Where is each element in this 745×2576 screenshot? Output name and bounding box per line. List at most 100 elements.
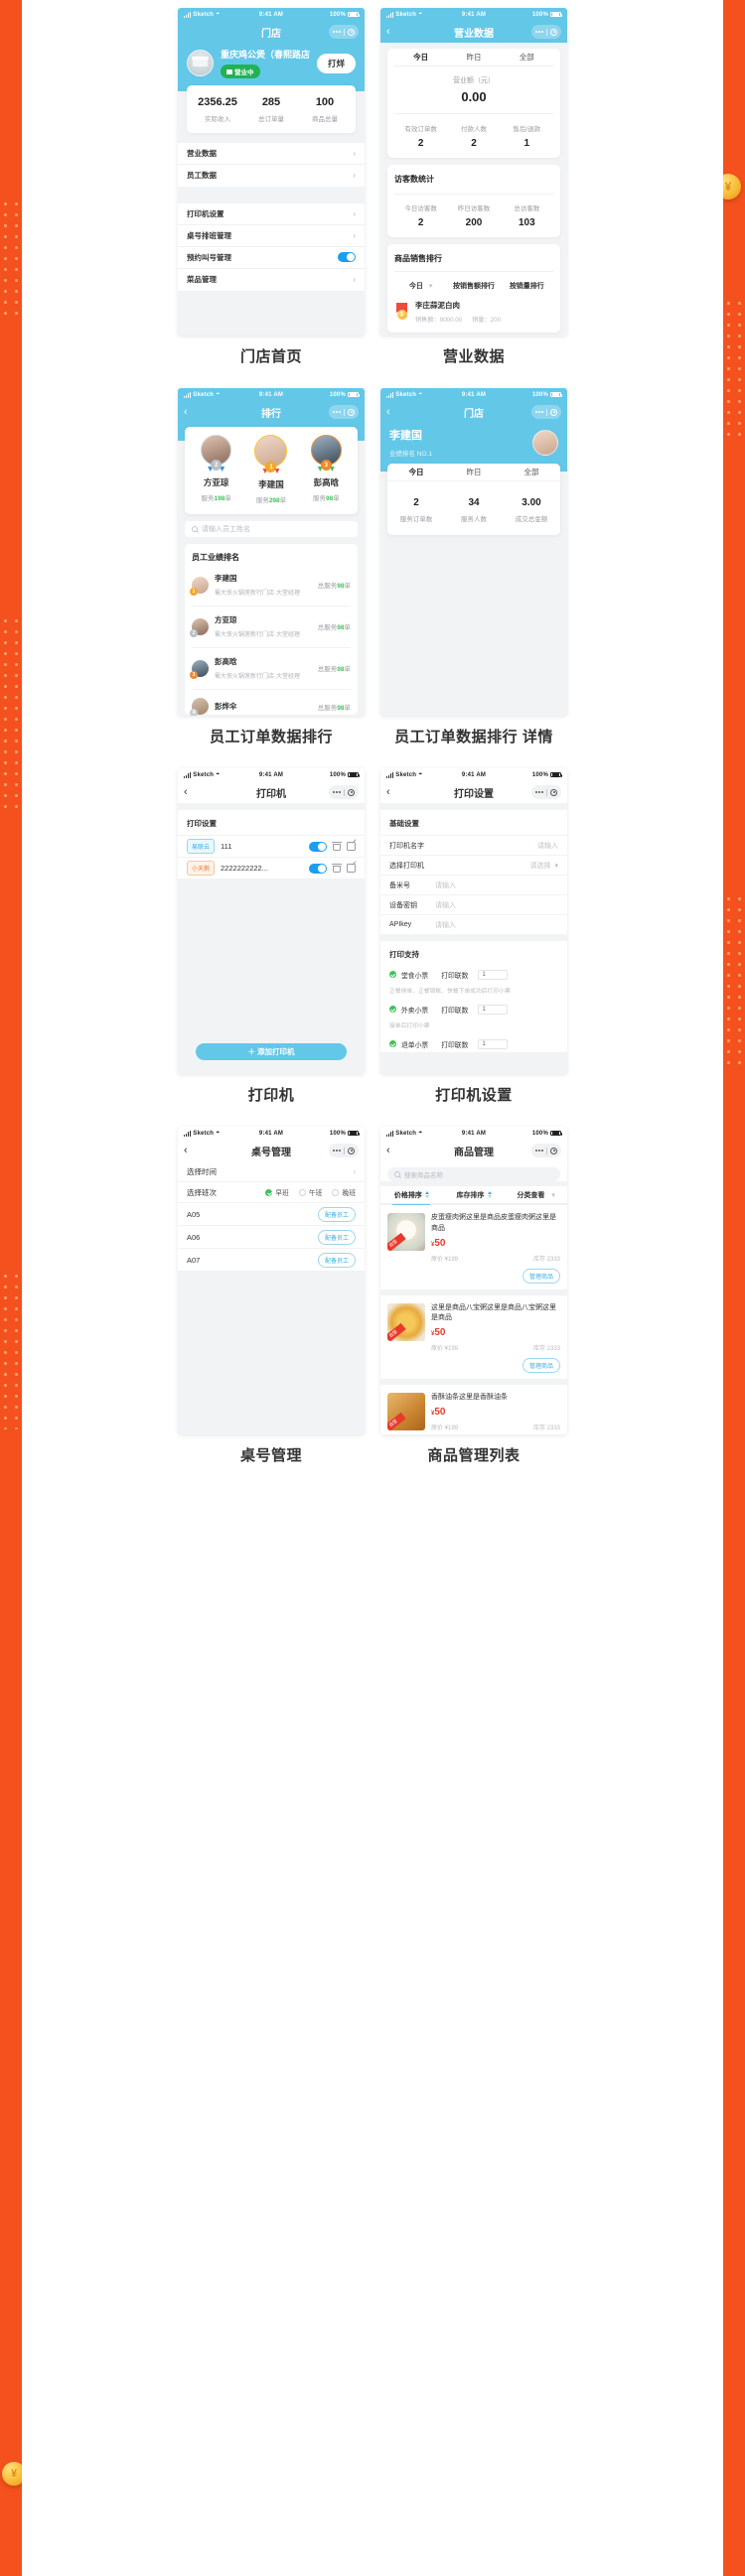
check-icon[interactable] [389,971,396,978]
back-icon[interactable]: ‹ [386,406,402,418]
back-icon[interactable]: ‹ [184,406,200,418]
list-item[interactable]: 自营 皮蛋瘦肉粥这里是商品皮蛋瘦肉粥这里是商品 ¥50 原价 ¥199 库存 2… [380,1205,567,1295]
shift-option-morning[interactable]: 早班 [265,1187,289,1197]
tab-yesterday[interactable]: 昨日 [445,467,503,477]
support-row-dinein[interactable]: 堂食小票 打印联数 1 [380,966,567,983]
list-item[interactable]: 4 彭烨伞 总服务98单 [190,698,351,716]
more-icon[interactable] [332,791,342,793]
podium-second[interactable]: 2 方亚琼 服务198单 [189,435,243,504]
employee-search-input[interactable]: 请输入员工姓名 [185,521,358,537]
more-icon[interactable] [332,1150,342,1152]
menu-item-queue[interactable]: 预约叫号管理 [178,247,365,269]
close-target-icon[interactable] [550,1147,557,1154]
tab-all[interactable]: 全部 [501,52,553,63]
support-row-takeaway[interactable]: 外卖小票 打印联数 1 [380,1001,567,1017]
more-icon[interactable] [534,31,544,33]
close-target-icon[interactable] [550,408,557,416]
sort-price[interactable]: 价格排序 [380,1190,443,1200]
back-icon[interactable]: ‹ [386,26,402,38]
menu-item-business-data[interactable]: 营业数据 › [178,143,365,165]
check-icon[interactable] [389,1006,396,1013]
more-icon[interactable] [534,791,544,793]
more-icon[interactable] [332,411,342,413]
table-row[interactable]: A06 配备员工 [178,1226,365,1249]
more-icon[interactable] [534,1150,544,1152]
trash-icon[interactable] [332,864,342,874]
employee-count: 总服务98单 [317,704,351,712]
manage-product-button[interactable]: 管理商品 [522,1357,560,1373]
list-item[interactable]: 自营 这里是商品八宝粥这里是商品八宝粥这里是商品 ¥50 原价 ¥199 库存 … [380,1294,567,1385]
menu-item-dish-mgmt[interactable]: 菜品管理 › [178,269,365,291]
support-count-input[interactable]: 1 [478,1004,509,1015]
add-printer-button[interactable]: ＋ 添加打印机 [196,1043,347,1060]
tab-today[interactable]: 今日 [387,467,445,477]
filter-by-count[interactable]: 按销量排行 [501,281,553,291]
menu-item-table-shift[interactable]: 桌号排班管理 › [178,225,365,247]
printer-toggle[interactable] [309,863,327,874]
filter-date[interactable]: 今日 ▾ [394,281,447,291]
table-row[interactable]: A05 配备员工 [178,1203,365,1226]
field-select-printer[interactable]: 选择打印机 请选择 ▾ [380,855,567,875]
more-icon[interactable] [534,411,544,413]
printer-toggle[interactable] [309,841,327,852]
table-row[interactable]: A07 配备员工 [178,1249,365,1272]
list-item[interactable]: 自营 香酥油条这里是香酥油条 ¥50 原价 ¥199 库存 2333 [380,1384,567,1434]
tab-all[interactable]: 全部 [503,467,560,477]
mini-program-capsule[interactable] [328,1144,359,1157]
mini-program-capsule[interactable] [530,405,561,419]
close-target-icon[interactable] [550,28,557,36]
goods-search-input[interactable]: 搜索商品名称 [387,1167,560,1181]
back-icon[interactable]: ‹ [386,1145,402,1156]
manage-product-button[interactable]: 管理商品 [522,1268,560,1284]
assign-staff-button[interactable]: 配备员工 [317,1252,356,1268]
close-target-icon[interactable] [348,28,355,36]
mini-program-capsule[interactable] [328,25,359,39]
printer-row[interactable]: 易联云 111 [178,835,365,857]
edit-icon[interactable] [347,864,356,873]
podium-first[interactable]: 1 李建国 服务298单 [243,435,298,504]
tab-today[interactable]: 今日 [394,52,447,63]
trash-icon[interactable] [332,842,342,852]
close-shop-button[interactable]: 打烊 [316,53,356,73]
close-target-icon[interactable] [550,788,557,796]
assign-staff-button[interactable]: 配备员工 [317,1229,356,1245]
field-device-key[interactable]: 设备密钥 请输入 [380,894,567,914]
pick-time-row[interactable]: 选择时间 › [178,1161,365,1182]
support-count-input[interactable]: 1 [478,969,509,980]
list-item[interactable]: 1 李建国 蜀大侠火锅莲新行门店·大堂经理 总服务98单 [190,573,351,607]
rank-item[interactable]: 1 李庄蒜泥白肉 销售额：9000.00 销量：200 [394,300,553,324]
shift-option-noon[interactable]: 午班 [298,1187,322,1197]
menu-item-staff-data[interactable]: 员工数据 › [178,165,365,187]
back-icon[interactable]: ‹ [184,786,200,798]
mini-program-capsule[interactable] [530,785,561,799]
mini-program-capsule[interactable] [530,25,561,39]
back-icon[interactable]: ‹ [386,786,402,798]
sort-stock[interactable]: 库存排序 [443,1190,506,1200]
shift-option-night[interactable]: 晚班 [332,1187,356,1197]
close-target-icon[interactable] [348,408,355,416]
sort-category[interactable]: 分类查看 ▾ [505,1190,567,1200]
check-icon[interactable] [389,1040,396,1047]
field-backup-number[interactable]: 备米号 请输入 [380,875,567,894]
list-item[interactable]: 3 彭高晗 蜀大侠火锅莲新行门店·大堂经理 总服务98单 [190,656,351,690]
field-printer-name[interactable]: 打印机名字 请输入 [380,835,567,855]
menu-item-printer-settings[interactable]: 打印机设置 › [178,203,365,225]
close-target-icon[interactable] [348,788,355,796]
field-apikey[interactable]: APIkey 请输入 [380,914,567,934]
list-item[interactable]: 2 方亚琼 蜀大侠火锅莲新行门店·大堂经理 总服务98单 [190,614,351,648]
podium-third[interactable]: 3 彭高晗 服务98单 [299,435,354,504]
assign-staff-button[interactable]: 配备员工 [317,1206,356,1222]
support-count-input[interactable]: 1 [478,1038,509,1049]
mini-program-capsule[interactable] [530,1144,561,1157]
edit-icon[interactable] [347,842,356,851]
close-target-icon[interactable] [348,1147,355,1154]
mini-program-capsule[interactable] [328,405,359,419]
back-icon[interactable]: ‹ [184,1145,200,1156]
more-icon[interactable] [332,31,342,33]
printer-row[interactable]: 小天鹅 2222222222... [178,857,365,879]
queue-toggle[interactable] [338,252,356,262]
mini-program-capsule[interactable] [328,785,359,799]
tab-yesterday[interactable]: 昨日 [447,52,500,63]
filter-by-amount[interactable]: 按销售额排行 [447,281,500,291]
support-row-refund[interactable]: 退单小票 打印联数 1 [380,1035,567,1052]
